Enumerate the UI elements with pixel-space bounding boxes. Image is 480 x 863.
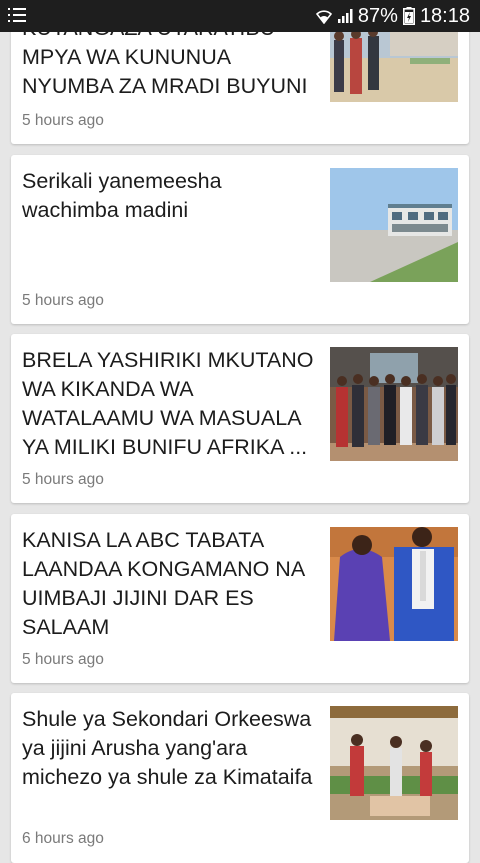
news-card[interactable]: Shule ya Sekondari Orkeeswa ya jijini Ar… [11, 693, 469, 863]
notification-menu-icon [8, 8, 26, 24]
news-title: KANISA LA ABC TABATA LAANDAA KONGAMANO N… [22, 528, 304, 639]
news-time: 6 hours ago [22, 830, 104, 847]
news-title: Serikali yanemeesha wachimba madini [22, 169, 222, 222]
news-time: 5 hours ago [22, 651, 104, 668]
school-sports-photo [330, 706, 458, 820]
news-time: 5 hours ago [22, 471, 104, 488]
clock-time: 18:18 [419, 4, 470, 27]
news-card[interactable]: Serikali yanemeesha wachimba madini 5 ho… [11, 155, 469, 324]
news-time: 5 hours ago [22, 292, 104, 309]
signal-icon [337, 8, 353, 24]
news-card[interactable]: BRELA YASHIRIKI MKUTANO WA KIKANDA WA WA… [11, 334, 469, 503]
news-title: BRELA YASHIRIKI MKUTANO WA KIKANDA WA WA… [22, 348, 314, 459]
building-photo [330, 168, 458, 282]
news-card[interactable]: KANISA LA ABC TABATA LAANDAA KONGAMANO N… [11, 514, 469, 683]
news-title: Shule ya Sekondari Orkeeswa ya jijini Ar… [22, 707, 313, 789]
group-photo [330, 347, 458, 461]
battery-icon [402, 7, 415, 25]
wifi-icon [315, 8, 332, 24]
couple-photo [330, 527, 458, 641]
news-time: 5 hours ago [22, 112, 104, 129]
battery-percent: 87% [357, 4, 398, 27]
status-bar: 87% 18:18 [0, 0, 480, 32]
